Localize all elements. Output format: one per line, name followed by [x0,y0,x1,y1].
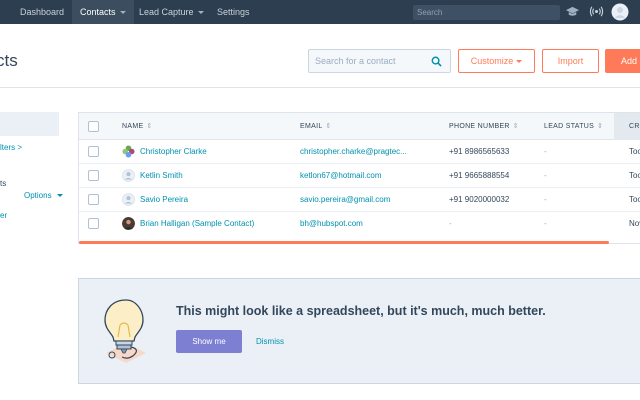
notifications-icon[interactable] [589,4,604,19]
contact-photo-icon [122,217,135,230]
contact-email-link[interactable]: savio.pereira@gmail.com [300,188,390,212]
table-header: NAME ⇕ EMAIL ⇕ PHONE NUMBER ⇕ LEAD STATUS ⇕ … [79,113,640,140]
dismiss-link[interactable]: Dismiss [256,330,284,353]
sort-icon: ⇕ [325,123,332,130]
column-email-label: EMAIL [300,123,323,130]
sidebar-item[interactable]: er [0,211,7,220]
search-icon[interactable] [431,56,442,67]
page-title: cts [0,51,18,70]
nav-settings-label: Settings [217,7,250,17]
sidebar-selected-view[interactable] [0,112,59,136]
contact-name-link[interactable]: Savio Pereira [140,188,188,212]
contact-name-link[interactable]: Christopher Clarke [140,140,207,164]
user-avatar-icon[interactable] [611,3,629,21]
nav-lead-capture-label: Lead Capture [139,7,194,17]
import-label: Import [557,56,584,66]
add-label: Add [621,56,638,66]
contact-lead-status: - [544,219,547,228]
contact-search [308,49,451,73]
table-row[interactable]: Ketlin Smith ketlon67@hotmail.com +91 96… [79,164,640,188]
contact-email-link[interactable]: christopher.charke@pragtec... [300,140,407,164]
column-header-email[interactable]: EMAIL ⇕ [300,113,332,140]
column-name-label: NAME [122,123,144,130]
promo-banner: This might look like a spreadsheet, but … [78,278,640,384]
row-checkbox[interactable] [88,194,99,205]
row-checkbox[interactable] [88,146,99,157]
nav-lead-capture[interactable]: Lead Capture [131,0,212,24]
company-logo-icon [122,145,135,158]
default-avatar-icon [122,193,135,206]
sort-icon: ⇕ [146,123,153,130]
column-header-created[interactable]: CRE [629,113,640,140]
sort-icon: ⇕ [597,123,604,130]
graduation-cap-icon[interactable] [565,4,580,19]
column-header-name[interactable]: NAME ⇕ [122,113,153,140]
top-nav: Dashboard Contacts Lead Capture Settings [0,0,640,24]
contact-created: Too [629,195,640,204]
nav-dashboard-label: Dashboard [20,7,65,17]
table-row[interactable]: Savio Pereira savio.pereira@gmail.com +9… [79,188,640,212]
promo-title: This might look like a spreadsheet, but … [176,304,546,318]
nav-contacts-label: Contacts [80,7,116,17]
filters-link[interactable]: lters > [0,143,22,152]
table-row[interactable]: Christopher Clarke christopher.charke@pr… [79,140,640,164]
contact-lead-status: - [544,147,547,156]
column-lead-status-label: LEAD STATUS [544,123,595,130]
contacts-table: NAME ⇕ EMAIL ⇕ PHONE NUMBER ⇕ LEAD STATUS ⇕ … [78,112,640,244]
nav-settings[interactable]: Settings [209,0,258,24]
chevron-down-icon [197,11,204,15]
contact-created: Too [629,147,640,156]
customize-button[interactable]: Customize [458,49,535,73]
row-checkbox[interactable] [88,218,99,229]
sidebar-section-label: ts [0,179,7,188]
contact-created: Nov [629,219,640,228]
horizontal-scrollbar[interactable] [79,241,609,244]
chevron-down-icon [516,60,523,64]
global-search-input[interactable] [413,5,560,20]
contact-email-link[interactable]: bh@hubspot.com [300,212,363,236]
show-me-button[interactable]: Show me [176,330,242,353]
contact-name-link[interactable]: Ketlin Smith [140,164,183,188]
add-contact-button[interactable]: Add [605,49,640,73]
chevron-down-icon [56,194,63,198]
column-phone-label: PHONE NUMBER [449,123,510,130]
contact-created: Too [629,171,640,180]
default-avatar-icon [122,169,135,182]
contact-phone: +91 8986565633 [449,147,510,156]
row-checkbox[interactable] [88,170,99,181]
import-button[interactable]: Import [542,49,599,73]
options-dropdown[interactable]: Options [24,191,63,200]
chevron-down-icon [119,11,126,15]
column-header-phone[interactable]: PHONE NUMBER ⇕ [449,113,519,140]
lightbulb-icon [104,299,146,363]
nav-dashboard[interactable]: Dashboard [12,0,72,24]
table-row[interactable]: Brian Halligan (Sample Contact) bh@hubsp… [79,212,640,236]
nav-contacts[interactable]: Contacts [72,0,134,24]
contact-phone: +91 9665888554 [449,171,510,180]
customize-label: Customize [470,56,514,66]
column-header-lead-status[interactable]: LEAD STATUS ⇕ [544,113,603,140]
sort-icon: ⇕ [512,123,519,130]
contact-email-link[interactable]: ketlon67@hotmail.com [300,164,382,188]
contact-lead-status: - [544,171,547,180]
select-all-checkbox[interactable] [88,121,99,132]
contact-phone: - [449,219,452,228]
contact-phone: +91 9020000032 [449,195,510,204]
contact-name-link[interactable]: Brian Halligan (Sample Contact) [140,212,254,236]
options-label: Options [24,191,52,200]
contact-search-input[interactable] [309,50,429,72]
contact-lead-status: - [544,195,547,204]
